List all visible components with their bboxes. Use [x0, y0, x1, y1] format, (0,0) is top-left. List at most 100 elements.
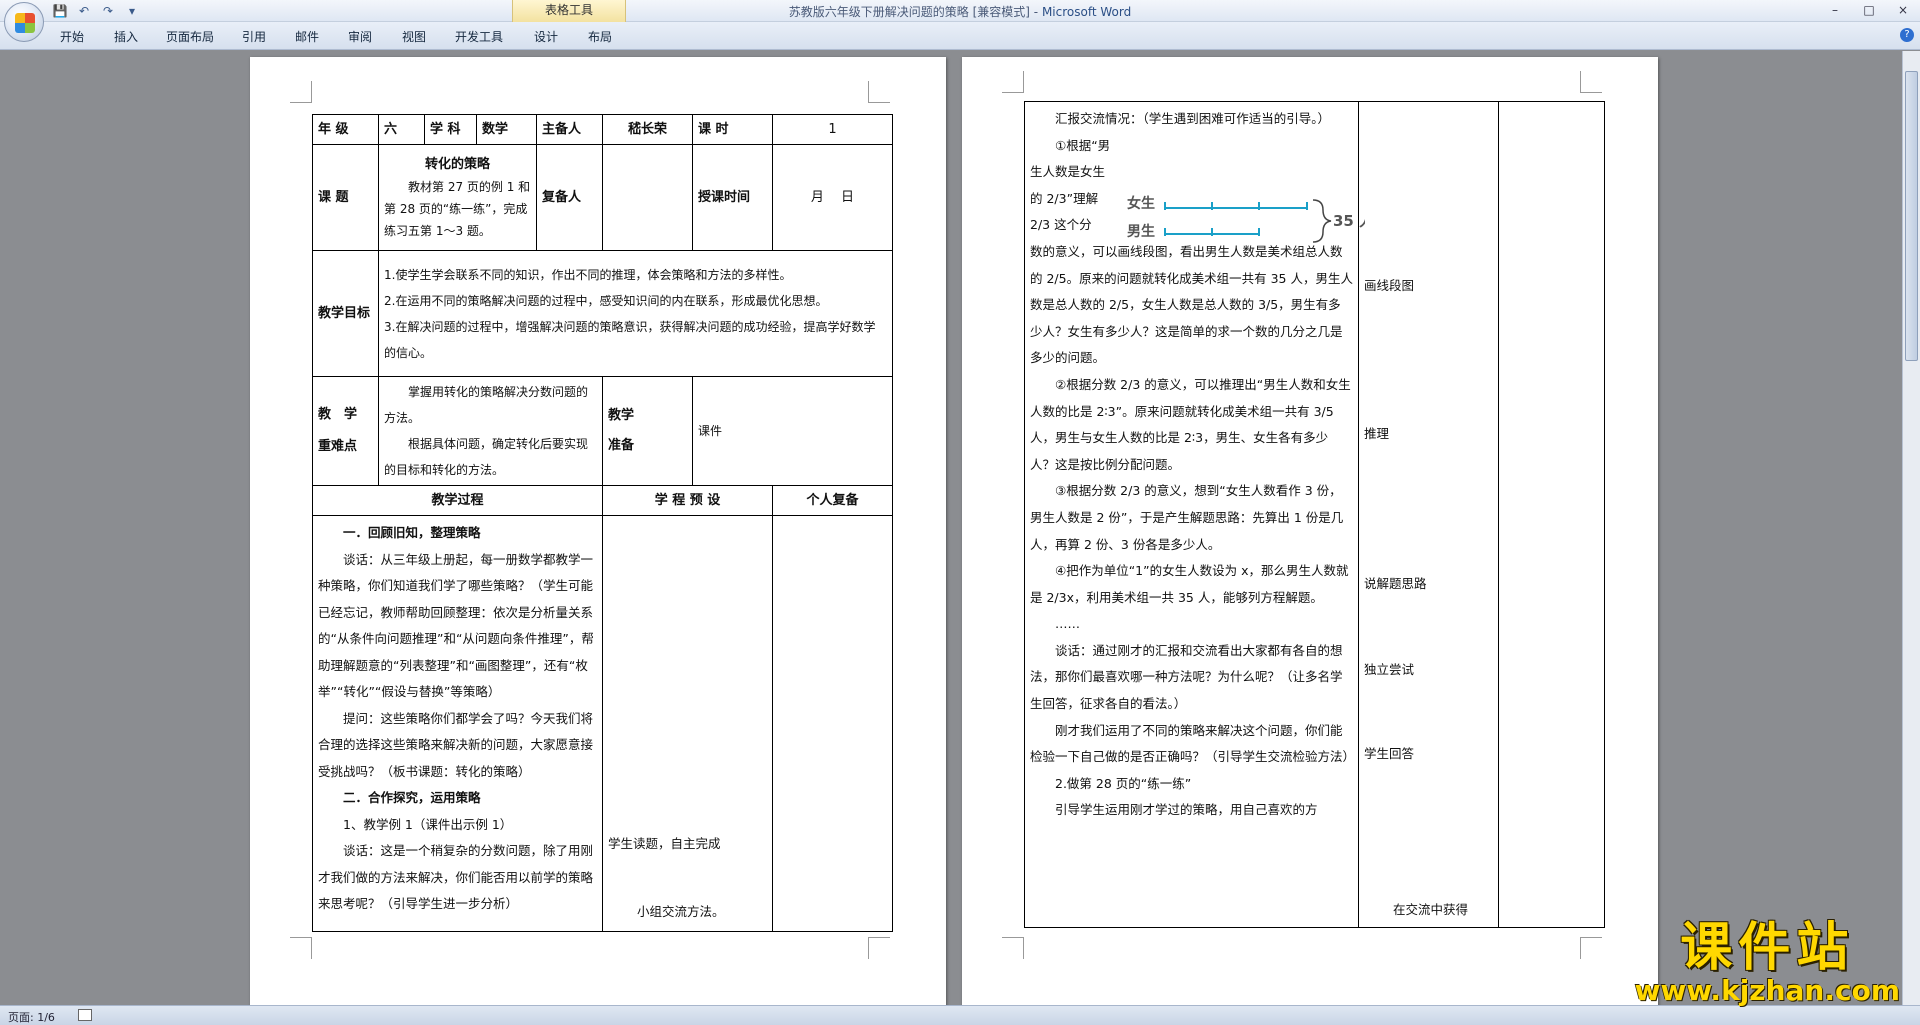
topic-content: 教材第 27 页的例 1 和第 28 页的“练一练”，完成练习五第 1～3 题。	[384, 179, 531, 238]
personal-cell[interactable]	[772, 515, 893, 932]
prediction-item: 独立尝试	[1364, 662, 1415, 677]
redo-icon[interactable]: ↷	[100, 3, 116, 19]
crop-mark	[1580, 937, 1602, 959]
customize-icon[interactable]: ▾	[124, 3, 140, 19]
process-paragraph: 谈话：这是一个稍复杂的分数问题，除了用刚才我们做的方法来解决，你们能否用以前学的…	[318, 843, 594, 911]
ellipsis: ……	[1055, 616, 1080, 632]
tab-home[interactable]: 开始	[60, 28, 84, 45]
prediction-item: 说解题思路	[1364, 576, 1427, 591]
process-paragraph: ②根据分数 2/3 的意义，可以推理出“男生人数和女生人数的比是 2∶3”。原来…	[1030, 376, 1351, 472]
tab-layout[interactable]: 布局	[588, 28, 612, 45]
brace-shape	[1312, 199, 1332, 243]
tab-view[interactable]: 视图	[402, 28, 426, 45]
table-tools-group: 表格工具	[512, 0, 626, 22]
prediction-item: 学生回答	[1364, 746, 1415, 761]
process-paragraph: 刚才我们运用了不同的策略来解决这个问题，你们能检验一下自己做的是否正确吗？（引导…	[1030, 722, 1356, 765]
period-value[interactable]: 1	[772, 114, 893, 145]
co-preparer-label: 复备人	[536, 144, 603, 251]
process-paragraph: 1、教学例 1（课件出示例 1）	[343, 816, 513, 832]
process-paragraph: 2.做第 28 页的“练一练”	[1055, 775, 1192, 791]
watermark-text: 课件站	[1680, 918, 1855, 978]
boys-label: 男生	[1127, 223, 1155, 240]
date-label: 授课时间	[692, 144, 773, 251]
prediction-cell[interactable]: 学生读题，自主完成 小组交流方法。	[602, 515, 773, 932]
close-button[interactable]: ×	[1886, 0, 1920, 20]
minimize-button[interactable]: –	[1818, 0, 1852, 20]
topic-cell[interactable]: 转化的策略 教材第 27 页的例 1 和第 28 页的“练一练”，完成练习五第 …	[378, 144, 537, 251]
process-paragraph: 引导学生运用刚才学过的策略，用自己喜欢的方	[1055, 802, 1318, 818]
office-logo-icon	[15, 13, 35, 33]
lesson-plan-table: 年 级 六 学 科 数学 主备人 嵇长荣 课 时 1 课 题 转化的策略 教材第…	[312, 114, 893, 932]
keypoints-label: 教 学 重难点	[312, 376, 379, 486]
scrollbar-thumb[interactable]	[1905, 71, 1918, 361]
undo-icon[interactable]: ↶	[76, 3, 92, 19]
watermark-logo: 课件站 www.kjzhan.com	[1635, 920, 1900, 1006]
prediction-item: 学生读题，自主完成	[608, 836, 721, 851]
tab-developer[interactable]: 开发工具	[455, 28, 503, 45]
vertical-scrollbar[interactable]	[1902, 51, 1920, 1005]
document-page-1[interactable]: 年 级 六 学 科 数学 主备人 嵇长荣 课 时 1 课 题 转化的策略 教材第…	[250, 57, 946, 1017]
crop-mark	[290, 81, 312, 103]
process-paragraph: 汇报交流情况：（学生遇到困难可作适当的引导。）	[1055, 111, 1331, 126]
topic-label: 课 题	[312, 144, 379, 251]
process-paragraph: ①根据“男生人数是女生的 2/3”理解 2/3 这个分	[1030, 137, 1111, 233]
keypoints-cell[interactable]: 掌握用转化的策略解决分数问题的方法。 根据具体问题，确定转化后要实现的目标和转化…	[378, 376, 603, 486]
personal-cell-continued[interactable]	[1498, 101, 1605, 928]
goals-cell[interactable]: 1.使学生学会联系不同的知识，作出不同的推理，体会策略和方法的多样性。 2.在运…	[378, 250, 893, 377]
prediction-item: 在交流中获得	[1393, 902, 1469, 917]
subject-label: 学 科	[424, 114, 477, 145]
status-bar: 页面: 1/6	[0, 1005, 1920, 1025]
process-paragraph: ③根据分数 2/3 的意义，想到“女生人数看作 3 份，男生人数是 2 份”，于…	[1030, 483, 1344, 552]
office-button[interactable]	[4, 2, 44, 42]
keypoint-item: 掌握用转化的策略解决分数问题的方法。	[384, 385, 589, 425]
ribbon-tabs: 开始 插入 页面布局 引用 邮件 审阅 视图 开发工具 设计 布局 ?	[0, 22, 1920, 50]
crop-mark	[1002, 937, 1024, 959]
preparer-label: 主备人	[536, 114, 603, 145]
personal-header: 个人复备	[772, 485, 893, 516]
prediction-item: 小组交流方法。	[637, 904, 725, 919]
period-label: 课 时	[692, 114, 773, 145]
goal-item: 2.在运用不同的策略解决问题的过程中，感受知识间的内在联系，形成最优化思想。	[384, 293, 828, 308]
section-heading: 一．回顾旧知，整理策略	[343, 525, 481, 540]
process-cell[interactable]: 一．回顾旧知，整理策略 谈话：从三年级上册起，每一册数学都教学一种策略，你们知道…	[312, 515, 603, 932]
co-preparer-value[interactable]	[602, 144, 693, 251]
goal-item: 3.在解决问题的过程中，增强解决问题的策略意识，获得解决问题的成功经验，提高学好…	[384, 319, 876, 360]
tab-mailings[interactable]: 邮件	[295, 28, 319, 45]
date-value[interactable]: 月 日	[772, 144, 893, 251]
save-icon[interactable]: 💾	[52, 3, 68, 19]
page-count[interactable]: 页面: 1/6	[8, 1009, 55, 1025]
spell-check-icon[interactable]	[78, 1009, 92, 1021]
crop-mark	[1002, 71, 1024, 93]
subject-value[interactable]: 数学	[476, 114, 537, 145]
prep-label: 教学 准备	[602, 376, 693, 486]
tab-page-layout[interactable]: 页面布局	[166, 28, 214, 45]
process-cell-continued[interactable]: 汇报交流情况：（学生遇到困难可作适当的引导。） ①根据“男生人数是女生的 2/3…	[1024, 101, 1365, 928]
tab-design[interactable]: 设计	[534, 28, 558, 45]
window-controls: – □ ×	[1818, 0, 1920, 20]
tab-references[interactable]: 引用	[242, 28, 266, 45]
grade-label: 年 级	[312, 114, 379, 145]
process-paragraph: 数的意义，可以画线段图，看出男生人数是美术组总人数的 2/5。原来的问题就转化成…	[1030, 243, 1353, 366]
keypoint-item: 根据具体问题，确定转化后要实现的目标和转化的方法。	[384, 437, 589, 477]
prediction-cell-continued[interactable]: 画线段图 推理 说解题思路 独立尝试 学生回答 在交流中获得	[1358, 101, 1499, 928]
prediction-item: 画线段图	[1364, 278, 1415, 293]
maximize-button[interactable]: □	[1852, 0, 1886, 20]
title-bar: 💾 ↶ ↷ ▾ 表格工具 苏教版六年级下册解决问题的策略 [兼容模式] - Mi…	[0, 0, 1920, 42]
window-title: 苏教版六年级下册解决问题的策略 [兼容模式] - Microsoft Word	[788, 5, 1132, 19]
process-paragraph: 谈话：从三年级上册起，每一册数学都教学一种策略，你们知道我们学了哪些策略？（学生…	[318, 551, 594, 700]
prediction-item: 推理	[1364, 426, 1390, 441]
quick-access-toolbar: 💾 ↶ ↷ ▾	[52, 3, 140, 19]
document-workspace[interactable]: 年 级 六 学 科 数学 主备人 嵇长荣 课 时 1 课 题 转化的策略 教材第…	[0, 51, 1920, 1017]
grade-value[interactable]: 六	[378, 114, 425, 145]
prep-value[interactable]: 课件	[692, 376, 893, 486]
tab-insert[interactable]: 插入	[114, 28, 138, 45]
section-heading: 二．合作探究，运用策略	[343, 790, 481, 805]
crop-mark	[868, 81, 890, 103]
preparer-value[interactable]: 嵇长荣	[602, 114, 693, 145]
watermark-url: www.kjzhan.com	[1634, 974, 1900, 1007]
topic-title: 转化的策略	[424, 156, 490, 172]
tab-review[interactable]: 审阅	[348, 28, 372, 45]
help-icon[interactable]: ?	[1900, 28, 1914, 42]
document-page-2[interactable]: 汇报交流情况：（学生遇到困难可作适当的引导。） ①根据“男生人数是女生的 2/3…	[962, 57, 1658, 1017]
crop-mark	[868, 937, 890, 959]
